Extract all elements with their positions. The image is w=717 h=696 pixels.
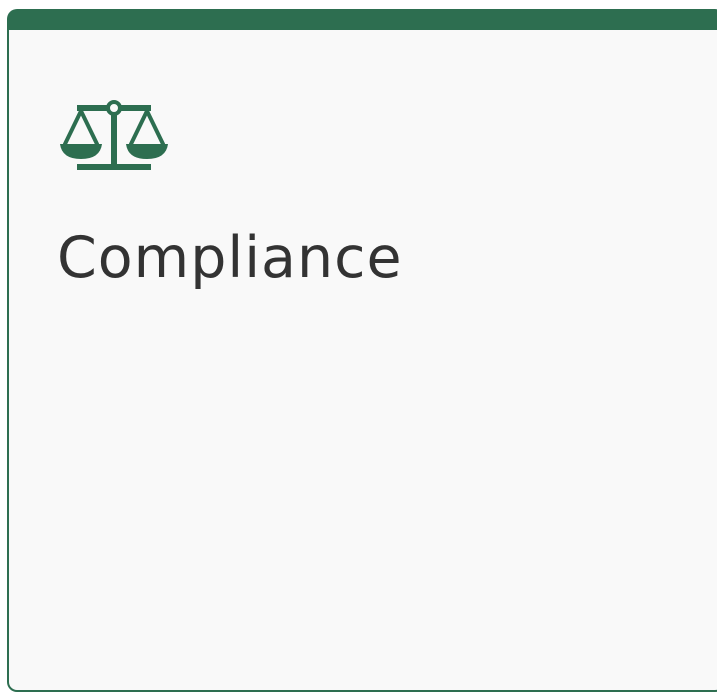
card-title: Compliance	[57, 225, 403, 291]
compliance-card[interactable]: Compliance	[7, 9, 717, 692]
scales-icon	[53, 78, 175, 178]
